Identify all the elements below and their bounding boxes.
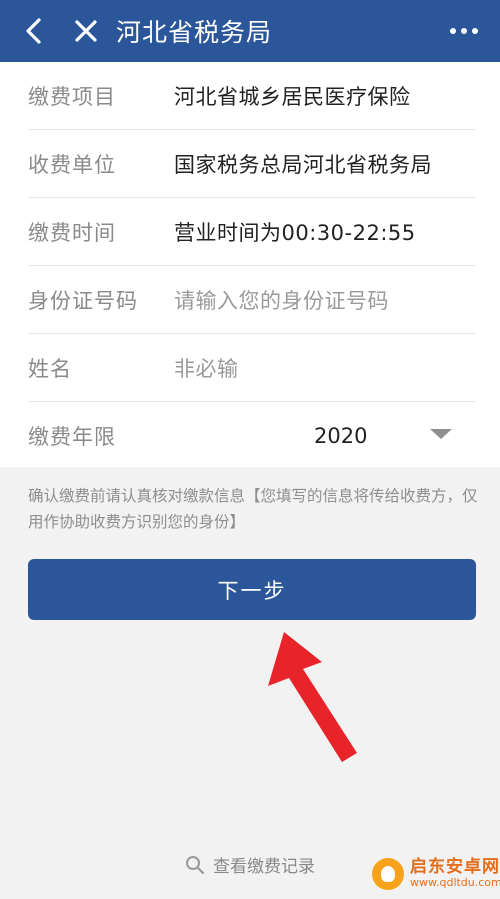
confirmation-notice: 确认缴费前请认真核对缴款信息【您填写的信息将传给收费方，仅用作协助收费方识别您的…: [28, 487, 478, 531]
payment-form: 缴费项目 河北省城乡居民医疗保险 收费单位 国家税务总局河北省税务局 缴费时间 …: [0, 62, 500, 467]
more-dot-icon: [472, 28, 478, 34]
close-icon: [75, 20, 97, 42]
annotation-arrow-icon: [268, 632, 357, 762]
payment-year-label: 缴费年限: [28, 425, 116, 449]
next-step-button[interactable]: 下一步: [28, 559, 476, 620]
payment-item-value: 河北省城乡居民医疗保险: [174, 84, 411, 109]
watermark-logo-icon: [372, 858, 404, 890]
watermark: 启东安卓网 www.qdltdu.com: [372, 858, 500, 890]
payment-year-select[interactable]: 2020: [314, 424, 367, 448]
form-row-id-number[interactable]: 身份证号码 请输入您的身份证号码: [28, 266, 476, 334]
payment-time-label: 缴费时间: [28, 220, 116, 245]
collecting-unit-value: 国家税务总局河北省税务局: [174, 152, 432, 177]
id-number-label: 身份证号码: [28, 288, 138, 313]
name-label: 姓名: [28, 356, 72, 381]
name-input[interactable]: 非必输: [174, 353, 239, 383]
watermark-text: 启东安卓网 www.qdltdu.com: [410, 857, 500, 890]
form-row-payment-item: 缴费项目 河北省城乡居民医疗保险: [28, 62, 476, 130]
watermark-cn: 启东安卓网: [410, 857, 500, 878]
form-row-collecting-unit: 收费单位 国家税务总局河北省税务局: [28, 130, 476, 198]
close-button[interactable]: [66, 0, 106, 62]
chevron-left-icon: [26, 18, 41, 44]
id-number-input[interactable]: 请输入您的身份证号码: [174, 285, 389, 315]
payment-time-value: 营业时间为00:30-22:55: [174, 220, 416, 245]
more-menu-button[interactable]: [442, 0, 486, 62]
collecting-unit-label: 收费单位: [28, 152, 116, 177]
form-row-payment-time: 缴费时间 营业时间为00:30-22:55: [28, 198, 476, 266]
form-row-payment-year[interactable]: 缴费年限 2020: [28, 402, 476, 470]
more-dot-icon: [450, 28, 456, 34]
more-dot-icon: [461, 28, 467, 34]
back-button[interactable]: [14, 0, 54, 62]
watermark-en: www.qdltdu.com: [410, 876, 500, 890]
payment-item-label: 缴费项目: [28, 84, 116, 109]
form-row-name[interactable]: 姓名 非必输: [28, 334, 476, 402]
dropdown-caret-icon[interactable]: [430, 429, 452, 439]
search-icon: [186, 855, 205, 874]
view-records-label: 查看缴费记录: [213, 857, 315, 877]
page-title: 河北省税务局: [116, 18, 273, 47]
top-nav-bar: 河北省税务局: [0, 0, 500, 62]
